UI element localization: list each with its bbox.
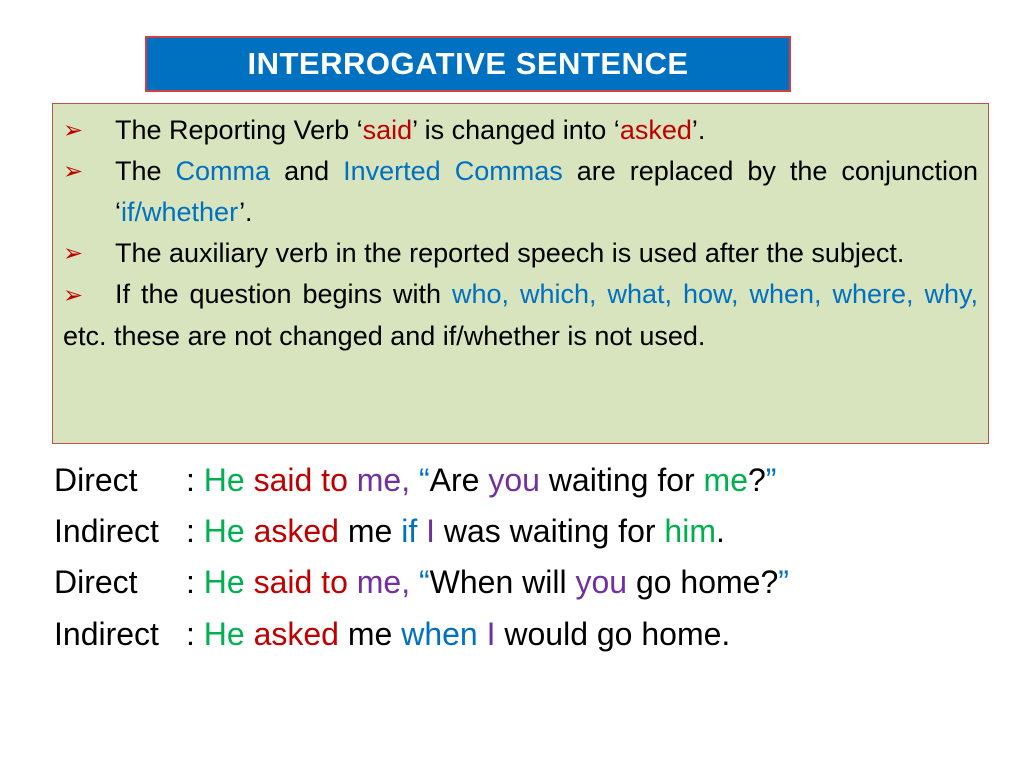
w: when [401, 616, 478, 652]
highlight: if/whether [121, 197, 240, 227]
w: When will [429, 564, 576, 600]
text: and [270, 156, 344, 186]
w: . [715, 513, 725, 549]
label: Direct [54, 462, 138, 498]
rules-box: ➢ The Reporting Verb ‘said’ is changed i… [52, 103, 989, 444]
w: I [477, 616, 496, 652]
w: He [203, 616, 245, 652]
w: He [203, 513, 245, 549]
label: Indirect [54, 616, 159, 652]
example-direct-2: Direct: He said to me, “When will you go… [54, 564, 789, 601]
w: me, [347, 564, 411, 600]
highlight: asked [619, 115, 692, 145]
text: If the question begins with [115, 279, 452, 309]
w: go home? [627, 564, 779, 600]
text: ’. [691, 115, 706, 145]
rule-4: ➢ If the question begins with who, which,… [63, 274, 978, 357]
sep: : [186, 616, 204, 652]
w: ? [748, 462, 766, 498]
w: waiting for [539, 462, 704, 498]
label: Indirect [54, 513, 159, 549]
w: He [203, 564, 245, 600]
text: ’ is changed into ‘ [412, 115, 620, 145]
highlight: where, why, [832, 279, 978, 309]
slide-title: INTERROGATIVE SENTENCE [145, 36, 791, 92]
text: The Reporting Verb ‘ [115, 115, 363, 145]
example-indirect-2: Indirect: He asked me when I would go ho… [54, 616, 730, 653]
highlight: said [362, 115, 413, 145]
text: ’. [239, 197, 253, 227]
w: ” [765, 462, 777, 498]
w: “ [410, 462, 430, 498]
highlight: who, which, what, how, when, [451, 279, 822, 309]
text: The [115, 156, 176, 186]
rule-2: ➢ The Comma and Inverted Commas are repl… [63, 151, 978, 233]
w: ” [778, 564, 789, 600]
w: Are [429, 462, 489, 498]
w: him [664, 513, 716, 549]
w: said to [244, 462, 348, 498]
w: me [703, 462, 748, 498]
highlight: Comma [175, 156, 271, 186]
w: me [338, 513, 402, 549]
rule-1: ➢ The Reporting Verb ‘said’ is changed i… [63, 110, 978, 151]
w: was waiting for [434, 513, 665, 549]
arrow-bullet-icon: ➢ [63, 240, 84, 267]
w: asked [244, 616, 339, 652]
sep: : [186, 462, 204, 498]
w: I [417, 513, 435, 549]
w: if [401, 513, 418, 549]
w: He [203, 462, 245, 498]
arrow-bullet-icon: ➢ [63, 282, 84, 309]
w: me, [347, 462, 411, 498]
arrow-bullet-icon: ➢ [63, 158, 84, 185]
sep: : [186, 513, 204, 549]
text: etc. these are not changed and if/whethe… [63, 321, 706, 351]
example-indirect-1: Indirect: He asked me if I was waiting f… [54, 513, 725, 550]
highlight: Inverted Commas [343, 156, 563, 186]
w: said to [244, 564, 348, 600]
sep: : [186, 564, 204, 600]
w: you [488, 462, 540, 498]
w: asked [244, 513, 339, 549]
w: me [338, 616, 402, 652]
arrow-bullet-icon: ➢ [63, 117, 84, 144]
rule-3: ➢ The auxiliary verb in the reported spe… [63, 233, 978, 274]
text: The auxiliary verb in the reported speec… [115, 238, 905, 268]
label: Direct [54, 564, 138, 600]
w: “ [410, 564, 430, 600]
w: you [575, 564, 628, 600]
example-direct-1: Direct: He said to me, “Are you waiting … [54, 462, 776, 499]
w: would go home. [495, 616, 731, 652]
